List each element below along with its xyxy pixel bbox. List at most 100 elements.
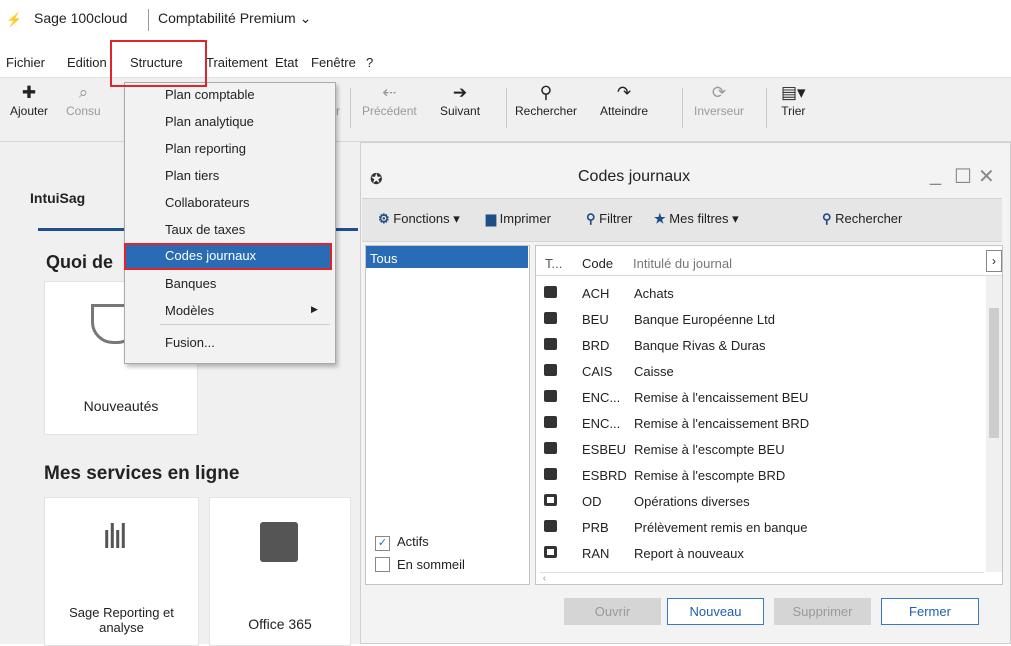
hidden-button[interactable]: r xyxy=(336,82,340,118)
actifs-checkbox[interactable]: ✓ xyxy=(375,536,390,551)
menu-item[interactable]: Fusion... xyxy=(165,335,215,350)
menu-item[interactable]: Modèles xyxy=(165,303,214,318)
cell-code: BRD xyxy=(582,338,610,353)
consult-button[interactable]: ⌕ Consu xyxy=(66,82,101,118)
news-label: Nouveautés xyxy=(83,398,159,414)
invert-button[interactable]: ⟳ Inverseur xyxy=(694,82,744,118)
cell-code: OD xyxy=(582,494,602,509)
bank-icon xyxy=(544,442,557,454)
actifs-label: Actifs xyxy=(397,534,429,549)
bank-icon xyxy=(544,416,557,428)
reporting-label: Sage Reporting et analyse xyxy=(69,605,174,635)
invert-icon: ⟳ xyxy=(711,83,727,102)
menu-item[interactable]: Codes journaux xyxy=(165,248,256,263)
bank-icon xyxy=(544,364,557,376)
menu-traitement[interactable]: Traitement xyxy=(206,55,268,70)
intuisage-tab[interactable]: IntuiSag xyxy=(30,190,85,206)
bank-icon xyxy=(544,520,557,532)
toolbar-separator xyxy=(766,88,767,128)
toolbar-separator xyxy=(350,88,351,128)
next-button[interactable]: ➔ Suivant xyxy=(440,82,480,118)
office-card[interactable]: Office 365 xyxy=(209,497,351,646)
print-button[interactable]: ▆ Imprimer xyxy=(486,211,551,227)
cell-code: ENC... xyxy=(582,416,621,431)
cell-label: Banque Européenne Ltd xyxy=(634,312,775,327)
table-row[interactable]: OD Opérations diverses xyxy=(536,488,986,514)
column-label[interactable]: Intitulé du journal xyxy=(633,256,732,271)
delete-button[interactable]: Supprimer xyxy=(774,598,871,625)
arrow-right-icon: ➔ xyxy=(452,83,468,102)
new-button[interactable]: Nouveau xyxy=(667,598,764,625)
close-icon[interactable]: ✕ xyxy=(978,164,995,189)
table-row[interactable]: ENC... Remise à l'encaissement BEU xyxy=(536,384,986,410)
add-button[interactable]: ✚ Ajouter xyxy=(10,82,48,118)
filter-list xyxy=(365,245,530,585)
filter-button[interactable]: ⚲ Filtrer xyxy=(586,211,632,227)
menu-item[interactable]: Taux de taxes xyxy=(165,222,245,237)
previous-button[interactable]: ⇠ Précédent xyxy=(362,82,417,118)
open-button[interactable]: Ouvrir xyxy=(564,598,661,625)
close-button[interactable]: Fermer xyxy=(881,598,979,625)
od-icon xyxy=(544,494,557,506)
plus-icon: ✚ xyxy=(21,83,37,102)
cell-code: ESBRD xyxy=(582,468,627,483)
maximize-icon[interactable]: ☐ xyxy=(954,164,972,189)
functions-menu[interactable]: ⚙ Fonctions ▾ xyxy=(378,211,460,227)
menu-fichier[interactable]: Fichier xyxy=(6,55,45,70)
chevron-right-icon[interactable]: › xyxy=(986,250,1002,272)
od-icon xyxy=(544,546,557,558)
menu-separator xyxy=(160,324,330,325)
toolbar-separator xyxy=(682,88,683,128)
sort-button[interactable]: ▤▾ Trier xyxy=(781,82,806,118)
magnifier-icon: ⚲ xyxy=(539,83,553,102)
menu-item[interactable]: Plan tiers xyxy=(165,168,219,183)
sommeil-checkbox[interactable] xyxy=(375,557,390,572)
table-row[interactable]: ESBRD Remise à l'escompte BRD xyxy=(536,462,986,488)
goto-button[interactable]: ↷ Atteindre xyxy=(600,82,648,118)
menu-item[interactable]: Collaborateurs xyxy=(165,195,250,210)
search-button[interactable]: ⚲ Rechercher xyxy=(822,211,902,227)
cell-code: PRB xyxy=(582,520,609,535)
menu-item[interactable]: Plan analytique xyxy=(165,114,254,129)
cell-code: RAN xyxy=(582,546,610,561)
menu-item[interactable]: Plan comptable xyxy=(165,87,255,102)
menu-help[interactable]: ? xyxy=(366,55,373,70)
menu-edition[interactable]: Edition xyxy=(67,55,107,70)
menu-item[interactable]: Banques xyxy=(165,276,216,291)
filter-all[interactable]: Tous xyxy=(366,246,528,268)
cell-label: Remise à l'encaissement BRD xyxy=(634,416,810,431)
search-button[interactable]: ⚲ Rechercher xyxy=(515,82,577,118)
table-row[interactable]: CAIS Caisse xyxy=(536,358,986,384)
menu-fenetre[interactable]: Fenêtre xyxy=(311,55,356,70)
menu-item[interactable]: Plan reporting xyxy=(165,141,246,156)
column-type[interactable]: T... xyxy=(545,256,562,271)
scroll-thumb[interactable] xyxy=(989,308,999,438)
cell-label: Prélèvement remis en banque xyxy=(634,520,808,535)
my-filters-menu[interactable]: ★ Mes filtres ▾ xyxy=(654,211,739,227)
cell-code: ACH xyxy=(582,286,610,301)
horizontal-scrollbar[interactable]: ‹ xyxy=(540,572,984,584)
cell-label: Banque Rivas & Duras xyxy=(634,338,766,353)
reporting-card[interactable]: ılıl Sage Reporting et analyse xyxy=(44,497,199,646)
arrow-left-icon: ⇠ xyxy=(382,83,397,102)
bank-icon xyxy=(544,468,557,480)
table-row[interactable]: ACH Achats xyxy=(536,280,986,306)
menu-etat[interactable]: Etat xyxy=(275,55,298,70)
table-row[interactable]: BEU Banque Européenne Ltd xyxy=(536,306,986,332)
table-row[interactable]: ESBEU Remise à l'escompte BEU xyxy=(536,436,986,462)
divider xyxy=(148,9,149,31)
cell-code: CAIS xyxy=(582,364,613,379)
table-row[interactable]: BRD Banque Rivas & Duras xyxy=(536,332,986,358)
gear-icon: ⚙ xyxy=(378,211,390,226)
cell-code: ENC... xyxy=(582,390,621,405)
table-row[interactable]: RAN Report à nouveaux xyxy=(536,540,986,566)
table-row[interactable]: PRB Prélèvement remis en banque xyxy=(536,514,986,540)
toolbar-separator xyxy=(506,88,507,128)
minimize-icon[interactable]: _ xyxy=(930,164,941,187)
module-selector[interactable]: Comptabilité Premium ⌄ xyxy=(158,10,311,27)
cell-code: BEU xyxy=(582,312,609,327)
column-code[interactable]: Code xyxy=(582,256,613,271)
search-icon: ⌕ xyxy=(78,83,89,102)
table-row[interactable]: ENC... Remise à l'encaissement BRD xyxy=(536,410,986,436)
sort-list-icon: ▤▾ xyxy=(781,83,806,102)
